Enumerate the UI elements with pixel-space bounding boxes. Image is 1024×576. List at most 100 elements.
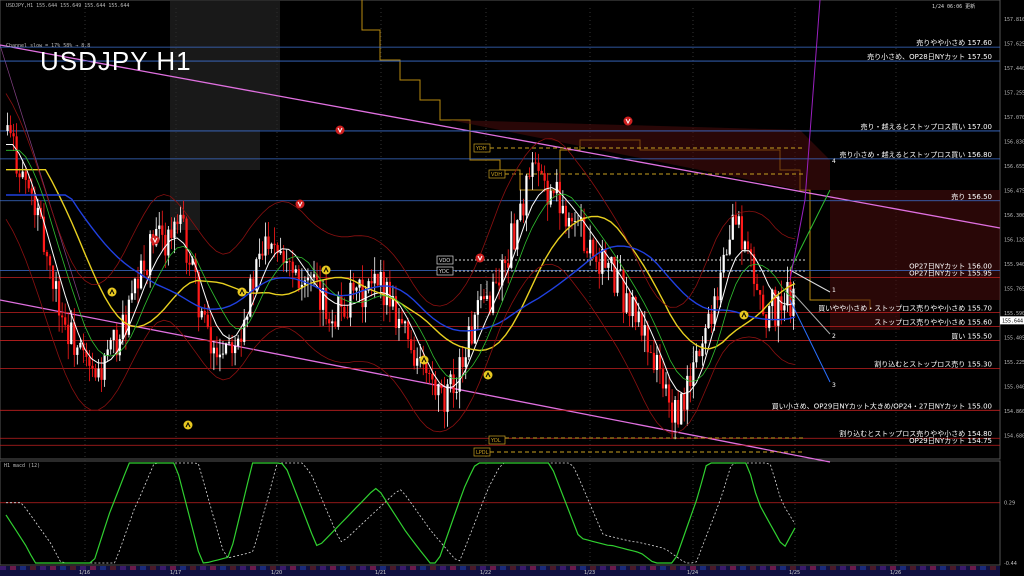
session-block [120,566,126,570]
session-block [830,566,836,570]
candle-body [622,269,625,313]
candle-body [224,343,228,354]
candle-body [376,273,379,286]
candle-body [237,338,240,346]
price-tick: 155.040 [1004,385,1024,391]
candle-body [561,205,564,214]
candle-body [701,343,704,357]
scenario-label: 3 [832,382,836,389]
session-block [800,566,806,570]
candle-body [473,314,476,344]
session-block [520,566,526,570]
candle-body [70,322,73,345]
candle-body [6,125,9,131]
session-block [290,566,296,570]
time-tick: 1/16 [79,570,90,576]
candle-body [540,170,543,174]
candle-body [443,388,446,412]
candle-body [145,270,149,276]
price-tick: 155.405 [1004,336,1024,342]
candle-body [552,190,555,194]
level-label: 売り 156.50 [951,192,992,201]
candle-body [677,399,680,425]
fractal-down-icon [295,199,305,209]
candle-body [619,269,622,271]
candle-body [130,293,134,300]
current-price-label: 155.644 [1002,318,1023,324]
candle-body [765,314,768,328]
candle-body [18,173,21,178]
session-block [360,566,366,570]
candle-body [567,217,571,227]
level-label: 買い 155.50 [951,332,992,340]
session-block [0,566,6,570]
candle-body [482,296,486,300]
candle-body [768,306,771,328]
session-block [200,566,206,570]
level-label: 売り小さめ・越えるとストップロス買い 156.80 [839,150,992,159]
candle-body [57,281,61,316]
ydh-tag: YDH [475,146,487,152]
candle-body [112,329,115,341]
session-block [540,566,546,570]
lpdl-tag: LPDL [476,450,489,456]
chart-canvas[interactable]: 157.810 157.625 157.440 157.255 157.070 156.8… [0,0,1024,576]
session-block [560,566,566,570]
candle-body [537,162,540,171]
time-tick: 1/17 [170,570,181,576]
vdo-tag: VDO [439,258,450,264]
candle-body [573,221,577,222]
candle-body [528,175,531,177]
candle-body [416,358,419,366]
candle-body [595,256,598,262]
candle-body [121,314,124,340]
price-tick: 154.860 [1004,409,1024,415]
time-tick: 1/26 [890,570,901,576]
session-block [340,566,346,570]
fractal-up-icon [237,287,247,297]
time-tick: 1/25 [789,570,800,576]
session-block [910,566,916,570]
session-block [960,566,966,570]
session-block [400,566,406,570]
candle-body [218,354,222,358]
candle-body [413,350,416,366]
session-block [970,566,976,570]
candle-body [586,251,589,254]
candle-body [743,241,747,250]
ma-green [6,149,796,382]
session-block [620,566,626,570]
vdh-tag: VDH [491,172,502,178]
session-block [730,566,736,570]
candle-body [188,262,191,265]
price-tick: 157.070 [1004,115,1024,121]
candle-body [100,368,103,380]
price-tick: 157.810 [1004,17,1024,23]
candle-body [288,261,291,263]
candle-body [21,171,24,178]
candle-body [504,259,507,264]
session-block [770,566,776,570]
candle-body [15,136,18,174]
candle-body [728,239,731,255]
level-label: ストップロス売りやや小さめ 155.60 [874,317,992,326]
candle-body [240,338,243,342]
candle-body [543,173,546,181]
session-block [460,566,466,570]
candle-body [36,207,39,216]
candle-body [564,205,568,227]
price-tick: 156.655 [1004,164,1024,170]
session-block [680,566,686,570]
chart-window[interactable]: { "header": { "symbol_info": "USDJPY,H1 … [0,0,1024,576]
candle-body [476,300,479,315]
session-block [950,566,956,570]
session-block [810,566,816,570]
fractal-up-icon [183,420,193,430]
symbol-info: USDJPY,H1 155.644 155.649 155.644 155.64… [6,3,130,9]
candle-body [646,325,649,353]
candle-body [230,342,234,354]
session-block [140,566,146,570]
session-block [940,566,946,570]
candle-body [306,277,310,281]
candle-body [97,368,100,378]
